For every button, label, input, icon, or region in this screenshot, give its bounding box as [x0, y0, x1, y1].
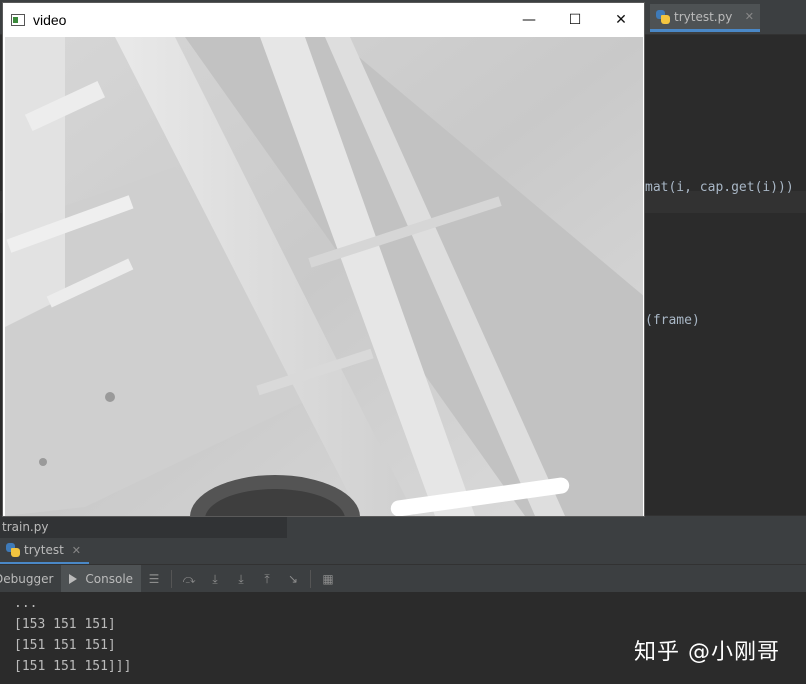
- python-file-icon: [656, 9, 670, 24]
- debug-toolbar: Debugger Console ☰ ⤼ ⤓ ⤓ ⤒ ↘ ▦: [0, 564, 806, 593]
- step-into-icon[interactable]: ⤓: [208, 572, 222, 586]
- camera-image: [5, 37, 643, 516]
- tab-debugger[interactable]: Debugger: [0, 565, 61, 593]
- tab-label: trytest.py: [674, 9, 733, 24]
- run-tab-trytest[interactable]: trytest ✕: [0, 538, 90, 564]
- console-tab-label: Console: [85, 572, 134, 586]
- python-run-icon: [6, 543, 20, 557]
- video-window-titlebar[interactable]: video — ☐ ✕: [3, 3, 644, 37]
- code-line: (frame): [645, 313, 700, 328]
- evaluate-expression-icon[interactable]: ▦: [321, 572, 335, 586]
- toolbar-separator: [171, 570, 173, 588]
- window-title: video: [33, 12, 67, 28]
- console-line: ...: [14, 596, 38, 611]
- step-over-icon[interactable]: ⤼: [182, 572, 196, 586]
- window-controls: — ☐ ✕: [506, 3, 644, 37]
- step-out-icon[interactable]: ⤒: [260, 572, 274, 586]
- console-line: [153 151 151]: [14, 617, 116, 632]
- tab-console[interactable]: Console: [61, 565, 142, 593]
- close-tab-icon[interactable]: ✕: [745, 10, 754, 23]
- console-icon: [69, 574, 78, 584]
- console-line: [151 151 151]]]: [14, 659, 132, 674]
- tab-trytest[interactable]: trytest.py ✕: [650, 4, 760, 32]
- window-app-icon: [11, 14, 25, 26]
- console-line: [151 151 151]: [14, 638, 116, 653]
- run-tab-label: trytest: [24, 543, 64, 557]
- maximize-button[interactable]: ☐: [552, 3, 598, 37]
- camera-frame: [5, 37, 643, 516]
- breadcrumb-file[interactable]: train.py: [0, 516, 287, 538]
- run-tool-header: trytest ✕: [0, 538, 806, 564]
- close-run-tab-icon[interactable]: ✕: [72, 544, 81, 557]
- editor-breadcrumb-bar: train.py: [0, 515, 806, 538]
- step-into-my-code-icon[interactable]: ⤓: [234, 572, 248, 586]
- minimize-button[interactable]: —: [506, 3, 552, 37]
- toolbar-separator: [310, 570, 312, 588]
- layout-icon[interactable]: ☰: [147, 572, 161, 586]
- code-line: mat(i, cap.get(i))): [645, 180, 794, 195]
- close-button[interactable]: ✕: [598, 3, 644, 37]
- video-window[interactable]: video — ☐ ✕: [2, 2, 645, 517]
- watermark: 知乎 @小刚哥: [634, 640, 780, 665]
- run-to-cursor-icon[interactable]: ↘: [286, 572, 300, 586]
